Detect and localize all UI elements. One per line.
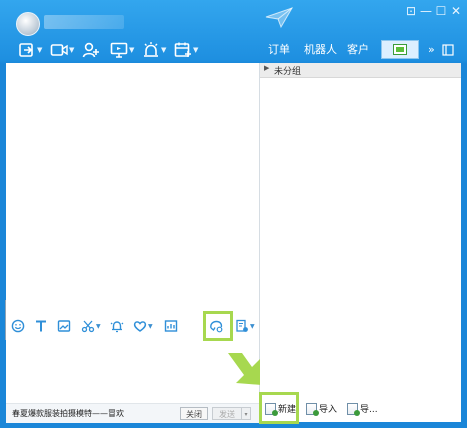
calendar-add-button[interactable]: ▼: [174, 40, 198, 60]
font-button[interactable]: [34, 317, 48, 335]
highlight-new-button: [259, 392, 299, 424]
favorite-button[interactable]: ▼: [133, 317, 153, 335]
export-icon: [347, 402, 360, 416]
video-icon: [50, 44, 68, 56]
add-user-icon: [82, 42, 99, 58]
shake-button[interactable]: [110, 317, 124, 335]
message-history-area[interactable]: [6, 63, 259, 313]
import-button[interactable]: 导入: [306, 402, 338, 416]
paper-plane-icon: [265, 7, 294, 29]
maximize-icon[interactable]: ☐: [434, 4, 448, 18]
remote-desktop-button[interactable]: ▼: [110, 40, 134, 60]
image-button[interactable]: [57, 317, 71, 335]
screen-share-button[interactable]: ▼: [18, 40, 42, 60]
promo-text[interactable]: 春夏爆款服装拍摄模特——冒欢: [12, 408, 124, 419]
chart-button[interactable]: [164, 317, 178, 335]
export-label: 导...: [360, 405, 378, 415]
scissors-icon: [81, 320, 95, 333]
app-panel-icon: [393, 44, 407, 55]
remote-desktop-icon: [110, 42, 128, 58]
import-label: 导入: [319, 405, 338, 415]
font-icon: [36, 320, 46, 332]
tab-customers[interactable]: 客户: [347, 43, 369, 57]
image-icon: [57, 320, 71, 332]
alarm-icon: [144, 42, 158, 57]
export-button[interactable]: 导...: [347, 402, 378, 416]
bell-icon: [110, 321, 124, 333]
tab-orders[interactable]: 订单: [268, 43, 290, 57]
contact-name: ████████ █: [44, 15, 124, 29]
contact-panel: ▶ 未分组: [260, 63, 461, 422]
alarm-button[interactable]: ▼: [142, 40, 166, 60]
tab-robot[interactable]: 机器人: [304, 43, 337, 57]
calendar-add-icon: [174, 42, 191, 57]
document-icon: [236, 319, 248, 332]
contact-avatar[interactable]: [16, 12, 40, 36]
import-icon: [306, 402, 319, 416]
emoji-icon: [11, 319, 25, 333]
contact-group-row[interactable]: ▶ 未分组: [260, 63, 461, 78]
close-button[interactable]: 关闭: [180, 407, 208, 420]
add-user-button[interactable]: [82, 40, 100, 60]
highlight-quick-reply: [203, 311, 233, 341]
screenshot-button[interactable]: ▼: [81, 317, 101, 335]
expand-arrow-icon: ▶: [264, 64, 270, 72]
sidebar-toggle-icon[interactable]: [442, 44, 454, 56]
video-call-button[interactable]: ▼: [50, 40, 74, 60]
send-button[interactable]: 发送: [212, 407, 242, 420]
more-tabs-button[interactable]: »: [428, 43, 435, 56]
settings-icon[interactable]: ⊡: [404, 4, 418, 18]
emoji-button[interactable]: [11, 317, 25, 335]
send-options-dropdown[interactable]: ▾: [242, 407, 251, 420]
chart-icon: [164, 320, 178, 332]
group-label: 未分组: [274, 67, 302, 77]
document-button[interactable]: ▼: [235, 317, 255, 335]
tab-active-app[interactable]: [381, 40, 419, 59]
screen-share-icon: [19, 43, 33, 57]
minimize-icon[interactable]: —: [419, 4, 433, 18]
heart-icon: [133, 321, 147, 332]
close-icon[interactable]: ✕: [449, 4, 463, 18]
send-bar: 春夏爆款服装拍摄模特——冒欢 关闭 发送 ▾: [6, 403, 259, 423]
